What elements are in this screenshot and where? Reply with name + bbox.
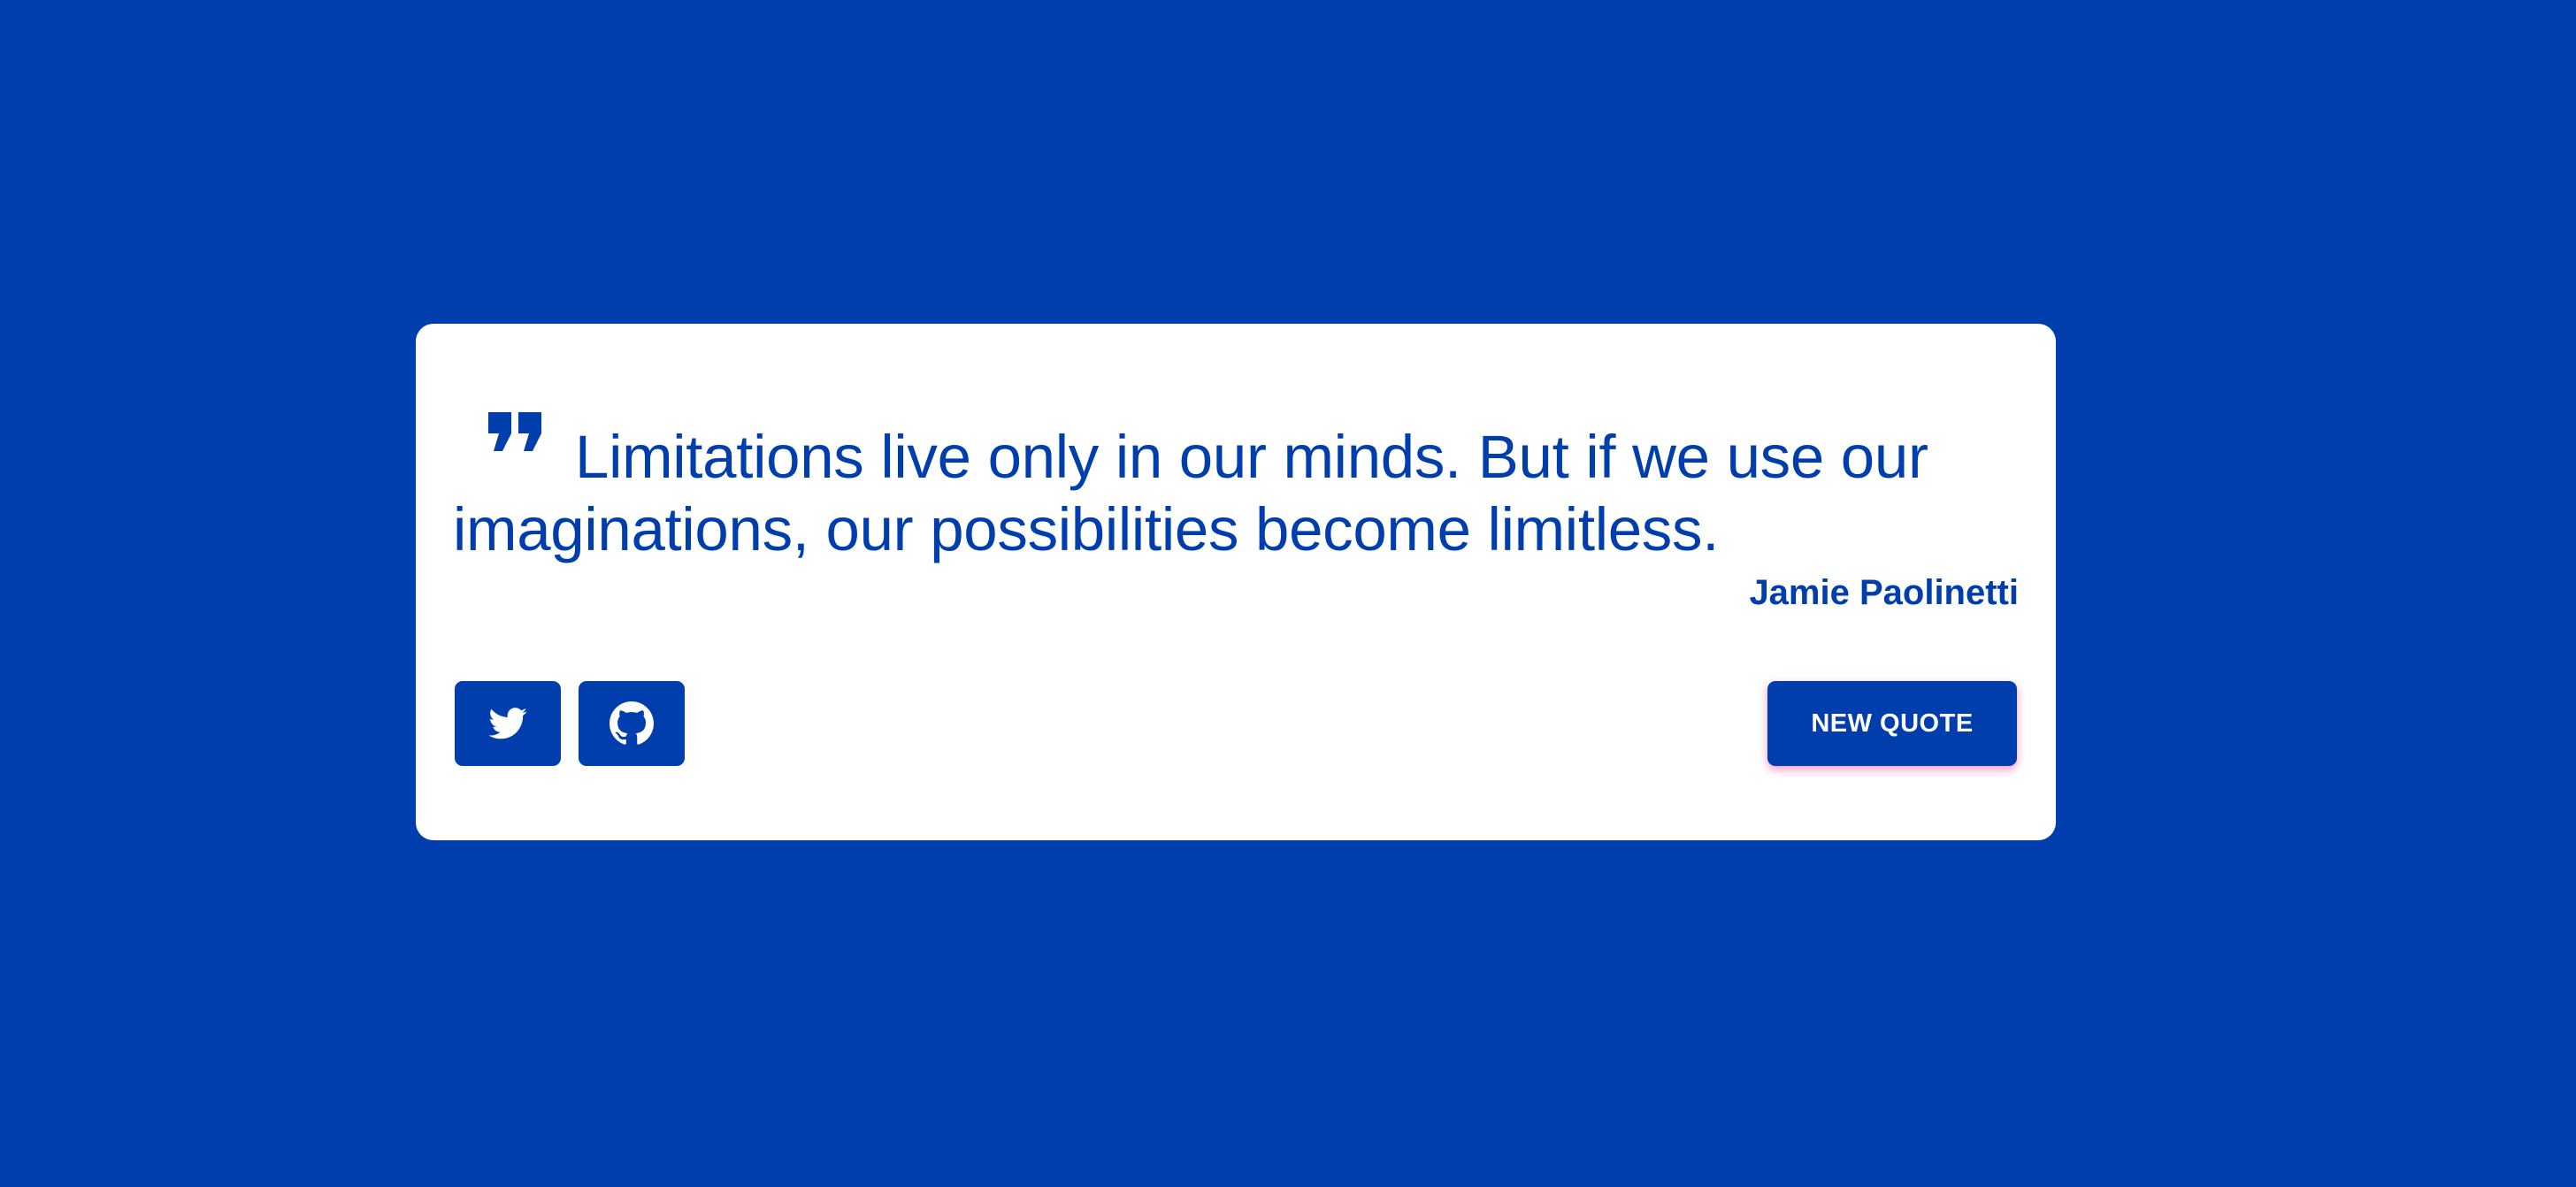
quote-text-block: Limitations live only in our minds. But …: [453, 412, 2036, 566]
quote-right-icon: [488, 412, 543, 451]
quote-text: Limitations live only in our minds. But …: [453, 423, 1928, 563]
github-icon: [610, 701, 654, 746]
github-link-button[interactable]: [579, 681, 685, 766]
tweet-quote-button[interactable]: [455, 681, 561, 766]
quote-box: Limitations live only in our minds. But …: [416, 324, 2056, 840]
twitter-icon: [488, 708, 527, 739]
quote-author: Jamie Paolinetti: [1749, 573, 2019, 612]
new-quote-button[interactable]: NEW QUOTE: [1767, 681, 2017, 766]
